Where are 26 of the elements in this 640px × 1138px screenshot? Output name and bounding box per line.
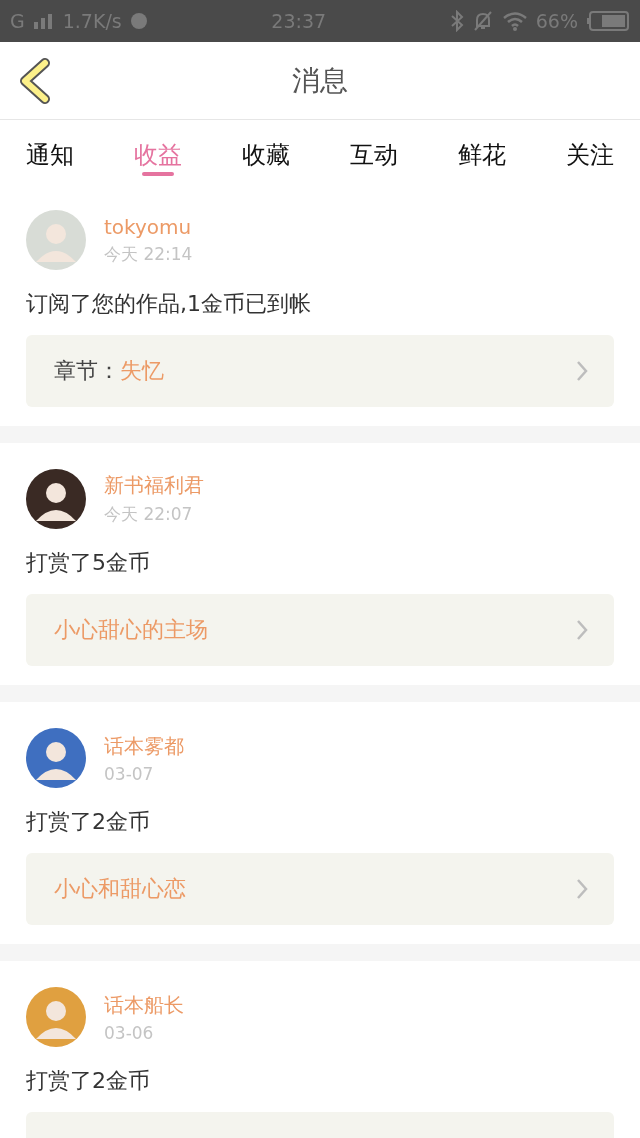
link-title: 小心甜心的主场: [54, 616, 208, 644]
tab[interactable]: 收益: [134, 120, 182, 178]
message-text: 打赏了2金币: [26, 1067, 151, 1095]
tab[interactable]: 互动: [350, 120, 398, 178]
link-label: 章节：: [54, 357, 120, 385]
user-name[interactable]: 话本船长: [104, 991, 184, 1019]
link-title: 小心和甜心恋: [54, 875, 186, 903]
work-link[interactable]: 小心甜心的主场: [26, 594, 614, 666]
user-name[interactable]: tokyomu: [104, 214, 193, 239]
tab[interactable]: 鲜花: [458, 120, 506, 178]
message-time: 03-06: [104, 1022, 155, 1043]
user-name[interactable]: 新书福利君: [104, 472, 204, 499]
message-text: 打赏了2金币: [26, 808, 151, 836]
page-title: 消息: [292, 62, 348, 99]
tab[interactable]: 收藏: [242, 120, 290, 178]
tab[interactable]: 通知: [26, 120, 74, 178]
work-link[interactable]: 章节：失忆: [26, 335, 614, 407]
message-time: 今天 22:14: [104, 242, 193, 266]
link-title: 失忆: [120, 357, 164, 385]
user-name[interactable]: 话本雾都: [104, 732, 184, 760]
message-text: 订阅了您的作品,1金币已到帐: [26, 290, 312, 318]
tab[interactable]: 关注: [566, 120, 614, 178]
work-link[interactable]: 小心和甜心恋: [26, 853, 614, 925]
message-text: 打赏了5金币: [26, 549, 151, 577]
message-time: 今天 22:07: [104, 503, 194, 526]
message-time: 03-07: [104, 763, 155, 784]
